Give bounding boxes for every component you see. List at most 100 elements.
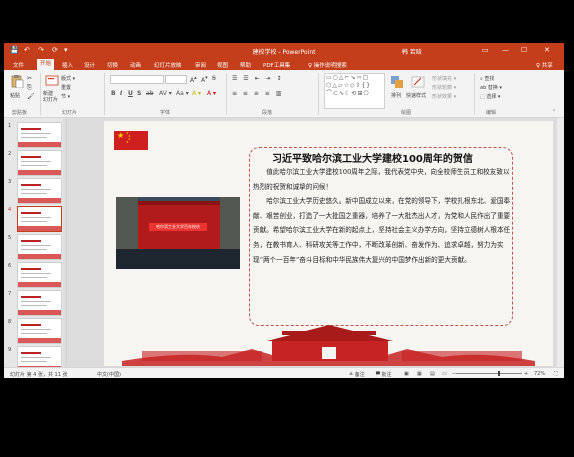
zoom-slider[interactable] bbox=[456, 373, 522, 374]
tab-help[interactable]: 帮助 bbox=[240, 61, 251, 69]
tab-slideshow[interactable]: 幻灯片放映 bbox=[154, 61, 182, 69]
slide-thumbnail-3[interactable] bbox=[17, 178, 62, 204]
tab-file[interactable]: 文件 bbox=[13, 61, 24, 69]
find-button[interactable]: ⌕ 查找 bbox=[480, 75, 494, 82]
shapes-gallery[interactable]: ▭○△⌐↘⇨▢ ⬡△▱☆◇⇧{} ⌒⊂∿☾⟲⊞⬠ bbox=[324, 73, 385, 109]
zoom-level[interactable]: 72% bbox=[534, 371, 545, 377]
layout-button[interactable]: 版式 ▾ bbox=[61, 75, 75, 82]
tab-home[interactable]: 开始 bbox=[37, 59, 55, 70]
close-button[interactable]: ✕ bbox=[544, 46, 550, 54]
select-button[interactable]: ⬚ 选择 ▾ bbox=[480, 93, 500, 100]
minimize-button[interactable]: — bbox=[502, 46, 509, 54]
tab-design[interactable]: 设计 bbox=[84, 61, 95, 69]
group-editing-label: 编辑 bbox=[486, 110, 497, 116]
tab-review[interactable]: 审阅 bbox=[195, 61, 206, 69]
align-buttons[interactable]: ≡ ≡ ≡ ≡ ▥ bbox=[232, 90, 283, 97]
tab-animations[interactable]: 动画 bbox=[130, 61, 141, 69]
new-slide-button[interactable]: 新建 幻灯片 bbox=[43, 91, 58, 103]
thumb-number: 3 bbox=[8, 179, 12, 185]
collapse-ribbon-icon[interactable]: ⌃ bbox=[552, 109, 556, 115]
paste-label[interactable]: 粘贴 bbox=[10, 92, 20, 99]
shape-outline-button[interactable]: 形状轮廓 ▾ bbox=[432, 84, 456, 91]
notes-button[interactable]: ≜ 备注 bbox=[349, 371, 365, 378]
arrange-button[interactable]: 排列 bbox=[391, 92, 401, 99]
underline-button[interactable]: U bbox=[128, 90, 133, 97]
body-paragraph: 值此哈尔滨工业大学建校100周年之际，我代表党中央，向全校师生员工和校友致以热烈… bbox=[253, 168, 510, 191]
fit-slide-icon[interactable]: ⛶ bbox=[554, 371, 558, 377]
slide-scrollbar[interactable] bbox=[557, 118, 564, 367]
find-label: 查找 bbox=[484, 76, 495, 82]
user-name[interactable]: 韩 若晗 bbox=[402, 47, 422, 56]
slide-thumbnail-6[interactable] bbox=[17, 262, 62, 288]
font-name-combo[interactable] bbox=[110, 75, 164, 84]
ribbon-separator bbox=[40, 73, 41, 115]
shadow-button[interactable]: S bbox=[137, 90, 141, 97]
quick-styles-button[interactable]: 快速样式 bbox=[406, 92, 426, 99]
strikethrough-button[interactable]: ab bbox=[146, 90, 154, 97]
quick-styles-icon[interactable] bbox=[411, 75, 425, 89]
zoom-in-icon[interactable]: + bbox=[524, 371, 528, 377]
replace-icon: ab bbox=[480, 85, 487, 91]
thumbnails-scrollbar[interactable] bbox=[63, 118, 66, 367]
italic-button[interactable]: I bbox=[120, 90, 122, 97]
char-spacing-button[interactable]: AV ▾ bbox=[159, 90, 172, 97]
body-paragraph: 哈尔滨工业大学历史悠久。新中国成立以来，在党的领导下，学校扎根东北、爱国奉献、艰… bbox=[253, 197, 511, 264]
tab-pdf-tools[interactable]: PDF工具集 bbox=[263, 61, 290, 69]
slide-count-status: 幻灯片 第 4 张，共 11 张 bbox=[10, 372, 68, 378]
powerpoint-window: 💾 ↶ ↷ ⟳ ▾ 建校学校 - PowerPoint 韩 若晗 ▭ — ☐ ✕… bbox=[4, 43, 564, 378]
normal-view-icon[interactable]: ▣ bbox=[404, 371, 409, 377]
font-size-combo[interactable] bbox=[165, 75, 187, 84]
thumb-number: 6 bbox=[8, 263, 12, 269]
ribbon-display-icon[interactable]: ▭ bbox=[482, 46, 489, 54]
select-label: 选择 ▾ bbox=[486, 94, 501, 100]
slide[interactable]: ★ ★ ★ ★ ★ 哈尔滨工业大学百年校庆 习近平致哈尔滨工业大学建校100周年… bbox=[104, 121, 553, 366]
tab-transitions[interactable]: 切换 bbox=[107, 61, 118, 69]
shape-fill-button[interactable]: 形状填充 ▾ bbox=[432, 75, 456, 82]
clear-format-icon[interactable]: Ꞩ bbox=[212, 75, 216, 82]
slide-thumbnail-7[interactable] bbox=[17, 290, 62, 316]
slide-thumbnail-4[interactable] bbox=[17, 206, 62, 232]
tab-view[interactable]: 视图 bbox=[217, 61, 228, 69]
copy-icon[interactable]: ⎘ bbox=[27, 84, 32, 92]
tell-me-search[interactable]: ♀ 操作说明搜索 bbox=[308, 61, 347, 69]
group-font-label: 字体 bbox=[160, 110, 171, 116]
font-color-button[interactable]: A ▾ bbox=[207, 90, 216, 97]
replace-button[interactable]: ab 替换 ▾ bbox=[480, 84, 502, 91]
slide-thumbnail-1[interactable] bbox=[17, 122, 62, 148]
slide-thumbnail-5[interactable] bbox=[17, 234, 62, 260]
share-button[interactable]: ♀ 共享 bbox=[536, 61, 553, 69]
ribbon-separator bbox=[318, 73, 319, 115]
grow-font-icon[interactable]: A▴ bbox=[190, 75, 197, 84]
maximize-button[interactable]: ☐ bbox=[521, 46, 527, 54]
thumb-number: 7 bbox=[8, 291, 12, 297]
tab-insert[interactable]: 插入 bbox=[62, 61, 73, 69]
zoom-slider-handle[interactable] bbox=[498, 371, 500, 376]
slide-thumbnail-2[interactable] bbox=[17, 150, 62, 176]
slide-body-text[interactable]: 值此哈尔滨工业大学建校100周年之际，我代表党中央，向全校师生员工和校友致以热烈… bbox=[253, 165, 515, 267]
slide-title[interactable]: 习近平致哈尔滨工业大学建校100周年的贺信 bbox=[272, 150, 473, 165]
new-slide-icon[interactable] bbox=[45, 74, 59, 88]
shrink-font-icon[interactable]: A▾ bbox=[201, 75, 208, 84]
reading-view-icon[interactable]: ▤ bbox=[430, 371, 435, 377]
slideshow-icon[interactable]: ▭ bbox=[442, 371, 447, 377]
change-case-button[interactable]: Aa ▾ bbox=[176, 90, 189, 97]
format-painter-icon[interactable]: 🖌 bbox=[27, 93, 35, 100]
reset-button[interactable]: 重置 bbox=[61, 84, 71, 91]
paste-icon[interactable] bbox=[10, 74, 24, 88]
zoom-out-icon[interactable]: − bbox=[452, 371, 456, 377]
section-button[interactable]: 节 ▾ bbox=[61, 93, 70, 100]
slide-sorter-icon[interactable]: ▦ bbox=[417, 371, 422, 377]
bold-button[interactable]: B bbox=[111, 90, 116, 97]
list-buttons[interactable]: ☰ ☰ ⇤ ⇥ ↕ bbox=[232, 75, 283, 82]
slide-thumbnail-8[interactable] bbox=[17, 318, 62, 344]
ribbon: 粘贴 ✂ ⎘ 🖌 剪贴板 新建 幻灯片 版式 ▾ 重置 节 ▾ 幻灯片 A▴ A… bbox=[4, 70, 564, 118]
highlight-color-button[interactable]: A ▾ bbox=[192, 90, 201, 97]
language-status[interactable]: 中文(中国) bbox=[97, 371, 121, 378]
ceremony-photo[interactable]: 哈尔滨工业大学百年校庆 bbox=[116, 197, 240, 269]
thumb-number: 1 bbox=[8, 123, 12, 129]
thumb-number: 5 bbox=[8, 235, 12, 241]
comments-button[interactable]: ▀ 批注 bbox=[376, 371, 391, 378]
cut-icon[interactable]: ✂ bbox=[27, 75, 32, 82]
shape-effects-button[interactable]: 形状效果 ▾ bbox=[432, 93, 456, 100]
arrange-icon[interactable] bbox=[390, 75, 404, 89]
